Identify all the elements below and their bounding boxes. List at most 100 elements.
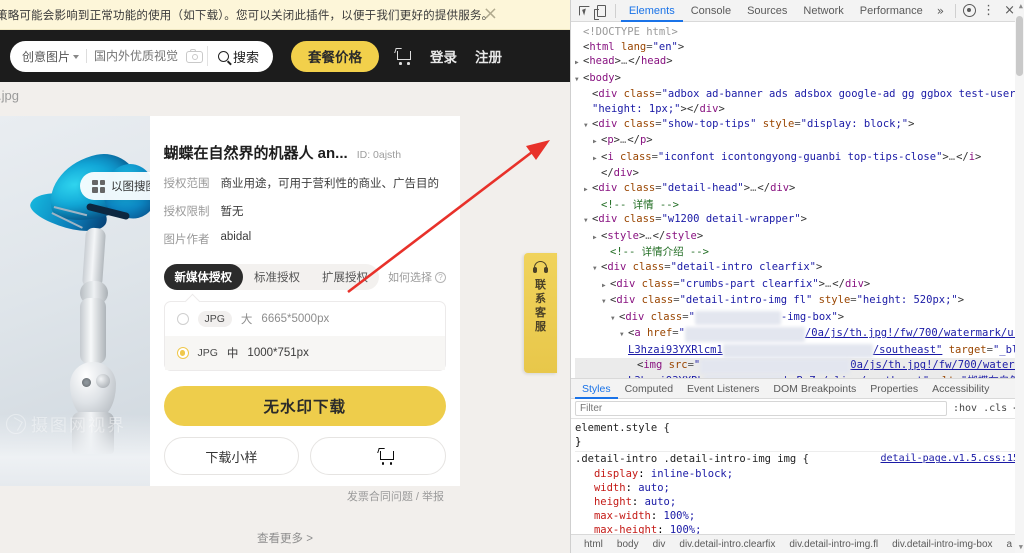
tab-performance[interactable]: Performance (852, 0, 931, 22)
dom-node-line[interactable]: <div class="adbox ad-banner ads adsbox g… (575, 87, 1024, 102)
invoice-report-link[interactable]: 发票合同问题 / 举报 (347, 491, 444, 503)
more-tabs-icon[interactable]: » (931, 4, 950, 18)
expand-toggle-icon[interactable] (584, 212, 592, 229)
camera-search-icon[interactable] (186, 49, 204, 63)
how-to-choose-link[interactable]: 如何选择 ? (388, 269, 446, 285)
css-source-link[interactable]: detail-page.v1.5.css:15 (881, 452, 1019, 466)
dom-node-line[interactable]: <head>…</head> (575, 54, 1024, 71)
css-declaration[interactable]: max-width: 100%; (575, 509, 1024, 523)
dom-node-line[interactable]: <html lang="en"> (575, 40, 1024, 55)
size-tag: 大 (240, 314, 253, 326)
breadcrumb-item[interactable]: div (646, 539, 673, 550)
css-declaration[interactable]: height: auto; (575, 495, 1024, 509)
expand-toggle-icon[interactable] (575, 54, 583, 71)
expand-toggle-icon[interactable] (575, 71, 583, 88)
dom-node-line[interactable]: <div class="detail-intro-img-box"> (575, 310, 1024, 327)
category-select[interactable]: 创意图片 (22, 48, 80, 65)
dom-node-line[interactable]: <!-- 详情 --> (575, 198, 1024, 213)
breadcrumb-item[interactable]: div.detail-intro.clearfix (672, 539, 782, 550)
license-tab-extended[interactable]: 扩展授权 (311, 264, 379, 290)
expand-toggle-icon[interactable] (602, 293, 610, 310)
expand-toggle-icon[interactable] (593, 150, 601, 167)
close-icon[interactable]: × (483, 4, 498, 24)
download-sample-button[interactable]: 下载小样 (163, 437, 300, 475)
dom-node-line[interactable]: </div> (575, 166, 1024, 181)
dom-node-line[interactable]: <div class="crumbs-part clearfix">…</div… (575, 277, 1024, 294)
download-button[interactable]: 无水印下载 (163, 386, 446, 426)
breadcrumb-item[interactable]: div.detail-intro-img-box (885, 539, 999, 550)
css-declaration[interactable]: display: inline-block; (575, 467, 1024, 481)
cart-icon[interactable] (394, 48, 412, 65)
size-option-medium[interactable]: JPG 中 1000*751px (164, 336, 445, 370)
view-more-link[interactable]: 查看更多 > (0, 530, 570, 546)
tab-accessibility[interactable]: Accessibility (925, 379, 996, 399)
login-link[interactable]: 登录 (430, 46, 457, 66)
dom-node-line[interactable]: <!DOCTYPE html> (575, 25, 1024, 40)
radio-icon-selected[interactable] (176, 347, 189, 359)
footer-links: 发票合同问题 / 举报 (164, 488, 447, 504)
scrollbar-thumb[interactable] (1016, 16, 1023, 76)
breadcrumb-item[interactable]: html (577, 539, 610, 550)
cls-button[interactable]: .cls (983, 403, 1007, 414)
scroll-down-icon[interactable]: ▼ (1019, 543, 1023, 551)
css-declaration[interactable]: width: auto; (575, 481, 1024, 495)
dom-node-line[interactable]: <style>…</style> (575, 229, 1024, 246)
tab-elements[interactable]: Elements (620, 0, 683, 22)
dom-node-line[interactable]: L3hzai93YXRlcm1hbgZw/align/southeast/sou… (575, 343, 1024, 359)
expand-toggle-icon[interactable] (602, 277, 610, 294)
dom-node-line[interactable]: <div class="detail-intro-img fl" style="… (575, 293, 1024, 310)
license-tab-standard[interactable]: 标准授权 (243, 264, 311, 290)
tab-sources[interactable]: Sources (739, 0, 795, 22)
tab-computed[interactable]: Computed (618, 379, 680, 399)
breadcrumb-item[interactable]: div.detail-intro-img.fl (782, 539, 885, 550)
expand-toggle-icon[interactable] (584, 181, 592, 198)
expand-toggle-icon[interactable] (593, 229, 601, 246)
dom-node-line[interactable]: <div class="show-top-tips" style="displa… (575, 117, 1024, 134)
expand-toggle-icon[interactable] (611, 310, 619, 327)
tab-event-listeners[interactable]: Event Listeners (680, 379, 766, 399)
price-plans-button[interactable]: 套餐价格 (291, 40, 380, 72)
tab-styles[interactable]: Styles (575, 379, 618, 399)
dom-node-line[interactable]: <!-- 详情介绍 --> (575, 245, 1024, 260)
dom-node-line[interactable]: <div class="w1200 detail-wrapper"> (575, 212, 1024, 229)
dom-node-line[interactable]: <a href="https://img.example/0a/js/th.jp… (575, 326, 1024, 343)
dom-node-line[interactable]: <body> (575, 71, 1024, 88)
kebab-menu-icon[interactable]: ⋮ (978, 4, 999, 17)
dom-node-line[interactable]: <p>…</p> (575, 133, 1024, 150)
search-button[interactable]: 搜索 (208, 47, 271, 66)
scroll-up-icon[interactable]: ▲ (1019, 2, 1023, 10)
dom-tree[interactable]: <!DOCTYPE html><html lang="en"><head>…</… (571, 22, 1024, 378)
gear-icon[interactable] (963, 4, 977, 17)
device-toolbar-icon[interactable] (592, 2, 609, 20)
license-tab-newmedia[interactable]: 新媒体授权 (163, 264, 243, 290)
radio-icon[interactable] (176, 313, 189, 325)
tab-console[interactable]: Console (683, 0, 739, 22)
dom-node-line[interactable]: <div class="detail-intro clearfix"> (575, 260, 1024, 277)
register-link[interactable]: 注册 (475, 46, 502, 66)
search-input[interactable] (94, 49, 187, 63)
add-to-cart-button[interactable] (310, 437, 446, 475)
styles-filter-input[interactable] (575, 401, 947, 416)
scrollbar[interactable]: ▲ ▼ (1015, 0, 1024, 553)
expand-toggle-icon[interactable] (620, 326, 628, 343)
tab-dom-breakpoints[interactable]: DOM Breakpoints (766, 379, 863, 399)
tab-properties[interactable]: Properties (863, 379, 925, 399)
dom-node-line[interactable]: <i class="iconfont icontongyong-guanbi t… (575, 150, 1024, 167)
meta-key: 图片作者 (163, 234, 210, 246)
dom-node-line[interactable]: <div class="detail-head">…</div> (575, 181, 1024, 198)
search-by-image-button[interactable]: 以图搜图 (80, 172, 150, 200)
inspect-icon[interactable] (575, 2, 592, 20)
size-option-large[interactable]: JPG 大 6665*5000px (165, 302, 446, 336)
dom-node-line[interactable]: "height: 1px;"></div> (575, 102, 1024, 117)
hov-button[interactable]: :hov (953, 403, 977, 414)
dom-node-line[interactable]: <img src="https://img.example.com0a/js/t… (575, 358, 1024, 375)
expand-toggle-icon[interactable] (584, 117, 592, 134)
css-rule[interactable]: element.style {} (575, 421, 1024, 453)
css-rules[interactable]: element.style {} detail-page.v1.5.css:15.… (571, 419, 1024, 553)
breadcrumb-item[interactable]: body (610, 539, 646, 550)
tab-network[interactable]: Network (795, 0, 851, 22)
expand-toggle-icon[interactable] (593, 133, 601, 150)
contact-service-tab[interactable]: 联系客服 (524, 253, 557, 373)
expand-toggle-icon[interactable] (593, 260, 601, 277)
product-image[interactable]: 摄图网视界 以图搜图 (0, 116, 150, 486)
